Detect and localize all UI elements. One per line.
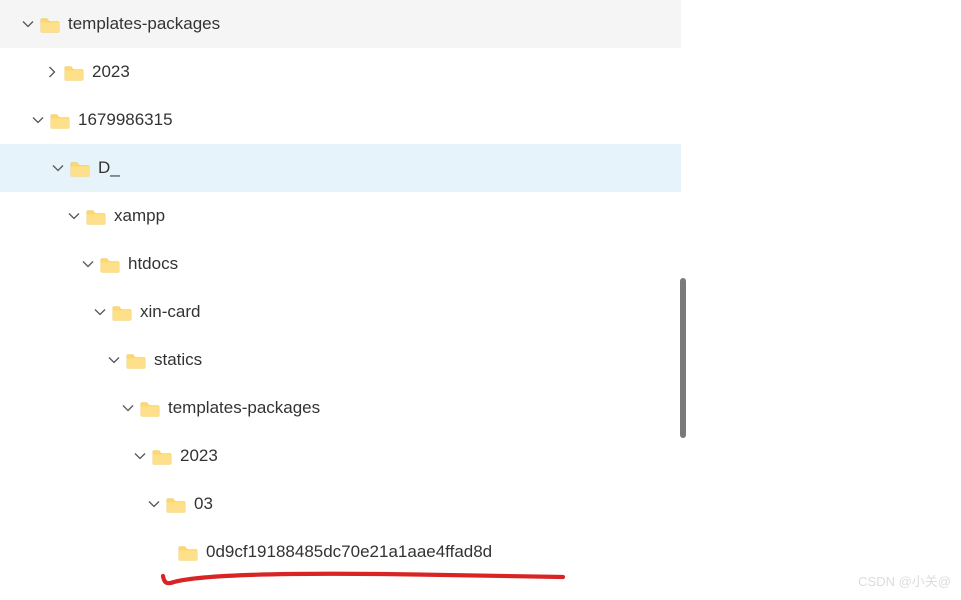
tree-row-d-[interactable]: D_ xyxy=(0,144,681,192)
tree-row-htdocs[interactable]: htdocs xyxy=(0,240,681,288)
chevron-down-icon[interactable] xyxy=(106,352,122,368)
chevron-down-icon[interactable] xyxy=(80,256,96,272)
folder-tree: templates-packages 2023 1679986315 D_xampp h… xyxy=(0,0,681,576)
folder-label: statics xyxy=(154,350,202,370)
chevron-down-icon[interactable] xyxy=(120,400,136,416)
folder-icon xyxy=(152,448,172,464)
folder-label: htdocs xyxy=(128,254,178,274)
tree-row-xampp[interactable]: xampp xyxy=(0,192,681,240)
folder-label: D_ xyxy=(98,158,120,178)
folder-icon xyxy=(50,112,70,128)
folder-icon xyxy=(166,496,186,512)
folder-label: templates-packages xyxy=(68,14,220,34)
folder-label: 0d9cf19188485dc70e21a1aae4ffad8d xyxy=(206,542,492,562)
folder-icon xyxy=(86,208,106,224)
tree-row-0d9cf19188485dc70e21a1aae4ffad8d[interactable]: 0d9cf19188485dc70e21a1aae4ffad8d xyxy=(0,528,681,576)
tree-row-templates-packages[interactable]: templates-packages xyxy=(0,384,681,432)
tree-row-xin-card[interactable]: xin-card xyxy=(0,288,681,336)
tree-row-templates-packages[interactable]: templates-packages xyxy=(0,0,681,48)
tree-row-03[interactable]: 03 xyxy=(0,480,681,528)
folder-icon xyxy=(178,544,198,560)
watermark: CSDN @小关@ xyxy=(858,571,951,590)
folder-label: xampp xyxy=(114,206,165,226)
folder-label: templates-packages xyxy=(168,398,320,418)
chevron-down-icon[interactable] xyxy=(146,496,162,512)
folder-label: xin-card xyxy=(140,302,200,322)
folder-label: 1679986315 xyxy=(78,110,173,130)
folder-icon xyxy=(40,16,60,32)
folder-label: 2023 xyxy=(92,62,130,82)
tree-row-2023[interactable]: 2023 xyxy=(0,432,681,480)
scrollbar-track[interactable] xyxy=(680,0,686,600)
chevron-right-icon[interactable] xyxy=(44,64,60,80)
folder-label: 03 xyxy=(194,494,213,514)
folder-icon xyxy=(140,400,160,416)
chevron-down-icon[interactable] xyxy=(50,160,66,176)
folder-icon xyxy=(112,304,132,320)
tree-row-1679986315[interactable]: 1679986315 xyxy=(0,96,681,144)
chevron-down-icon[interactable] xyxy=(20,16,36,32)
scrollbar-thumb[interactable] xyxy=(680,278,686,438)
chevron-down-icon[interactable] xyxy=(66,208,82,224)
folder-icon xyxy=(64,64,84,80)
chevron-down-icon[interactable] xyxy=(132,448,148,464)
chevron-down-icon[interactable] xyxy=(30,112,46,128)
chevron-down-icon[interactable] xyxy=(92,304,108,320)
tree-row-statics[interactable]: statics xyxy=(0,336,681,384)
tree-row-2023[interactable]: 2023 xyxy=(0,48,681,96)
folder-icon xyxy=(100,256,120,272)
folder-icon xyxy=(70,160,90,176)
folder-label: 2023 xyxy=(180,446,218,466)
folder-icon xyxy=(126,352,146,368)
